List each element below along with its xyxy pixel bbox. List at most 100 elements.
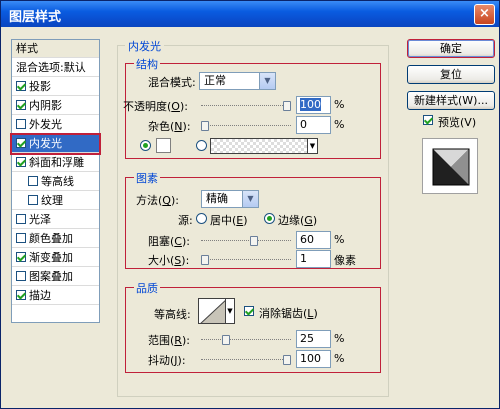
structure-title: 结构 [134,56,160,72]
choke-input[interactable]: 60 [296,231,331,249]
style-item-label: 斜面和浮雕 [29,156,84,169]
style-preview [422,138,478,194]
contour-label: 等高线: [154,308,191,321]
panel-title: 内发光 [125,38,164,54]
noise-input[interactable]: 0 [296,116,331,134]
noise-percent: % [334,118,345,131]
new-style-button[interactable]: 新建样式(W)... [407,91,495,110]
size-label: 大小(S): [148,254,190,267]
choke-slider[interactable] [201,236,291,246]
choke-slider-thumb[interactable] [250,236,258,246]
contour-curve-icon [200,300,225,323]
opacity-input[interactable]: 100 [296,96,331,114]
opacity-slider[interactable] [201,101,291,111]
style-item[interactable]: 内发光 [10,133,101,155]
preview-checkbox[interactable] [423,115,433,125]
source-edge-radio[interactable] [264,213,275,224]
choke-label: 阻塞(C): [148,235,190,248]
noise-slider[interactable] [201,121,291,131]
range-label: 范围(R): [148,334,190,347]
glow-color-swatch[interactable] [156,138,171,153]
style-checkbox[interactable] [16,252,26,262]
gradient-picker[interactable]: ▼ [210,138,318,154]
style-checkbox[interactable] [16,100,26,110]
ok-button[interactable]: 确定 [407,39,495,58]
range-percent: % [334,332,345,345]
elements-group: 图素 方法(Q): 精确 ▼ 源: 居中(E) 边缘(G) 阻塞(C): 60 … [125,170,381,269]
style-checkbox[interactable] [28,176,38,186]
blend-mode-select[interactable]: 正常 ▼ [199,72,276,90]
title-bar[interactable]: 图层样式 × [1,1,499,27]
gradient-radio[interactable] [196,140,207,151]
source-center-label[interactable]: 居中(E) [210,212,248,228]
style-checkbox[interactable] [16,271,26,281]
jitter-label: 抖动(J): [148,354,186,367]
size-slider-thumb[interactable] [201,255,209,265]
style-checkbox[interactable] [16,81,26,91]
range-slider-thumb[interactable] [222,335,230,345]
method-select[interactable]: 精确 ▼ [201,190,259,208]
source-center-radio[interactable] [196,213,207,224]
style-checkbox[interactable] [16,157,26,167]
range-input[interactable]: 25 [296,330,331,348]
style-checkbox[interactable] [28,195,38,205]
style-item[interactable]: 斜面和浮雕 [12,154,99,172]
jitter-slider-thumb[interactable] [283,355,291,365]
antialias-checkbox[interactable] [244,306,254,316]
style-item-label: 描边 [29,289,51,302]
size-slider[interactable] [201,255,291,265]
styles-list: 样式 混合选项:默认 投影内阴影外发光内发光 斜面和浮雕等高线 纹理光泽颜色叠加渐变… [10,39,101,323]
style-item-label: 内阴影 [29,99,62,112]
style-item-label: 颜色叠加 [29,232,73,245]
style-item[interactable]: 外发光 [12,116,99,134]
layer-style-dialog: 图层样式 × 样式 混合选项:默认 投影 内阴影 外发光 内发光 斜面和浮雕 等高线 纹理光… [0,0,500,409]
antialias-label[interactable]: 消除锯齿(L) [259,305,318,321]
styles-list-header[interactable]: 样式 [12,40,99,58]
style-item-label: 投影 [29,80,51,93]
range-slider[interactable] [201,335,291,345]
source-edge-label[interactable]: 边缘(G) [278,212,317,228]
chevron-down-icon: ▼ [307,139,317,153]
reset-button[interactable]: 复位 [407,65,495,84]
style-item[interactable]: 投影 [12,78,99,96]
style-item[interactable]: 描边 [12,287,99,305]
style-item-label: 图案叠加 [29,270,73,283]
style-item[interactable]: 图案叠加 [12,268,99,286]
style-checkbox[interactable] [16,119,26,129]
preview-label[interactable]: 预览(V) [438,114,476,130]
quality-group: 品质 等高线: ▼ 消除锯齿(L) 范围(R): 25 % 抖动(J): 100… [125,280,381,373]
style-item[interactable]: 等高线 [12,173,99,191]
chevron-down-icon: ▼ [259,73,275,89]
opacity-slider-thumb[interactable] [283,101,291,111]
contour-dropdown[interactable]: ▼ [225,298,235,324]
close-icon: × [479,6,490,21]
style-item[interactable]: 纹理 [12,192,99,210]
blend-mode-value: 正常 [204,74,226,87]
opacity-label: 不透明度(O): [123,100,188,113]
style-item-label: 渐变叠加 [29,251,73,264]
size-input[interactable]: 1 [296,250,331,268]
style-checkbox[interactable] [16,214,26,224]
style-item[interactable]: 内阴影 [12,97,99,115]
solid-color-radio[interactable] [140,140,151,151]
chevron-down-icon: ▼ [242,191,258,207]
style-checkbox[interactable] [16,290,26,300]
style-checkbox[interactable] [16,138,26,148]
noise-slider-thumb[interactable] [201,121,209,131]
style-item[interactable]: 颜色叠加 [12,230,99,248]
method-value: 精确 [206,192,228,205]
style-item-label: 外发光 [29,118,62,131]
jitter-slider[interactable] [201,355,291,365]
preview-thumbnail [432,148,470,186]
jitter-input[interactable]: 100 [296,350,331,368]
style-item-label: 光泽 [29,213,51,226]
style-item[interactable]: 渐变叠加 [12,249,99,267]
blend-options-item[interactable]: 混合选项:默认 [12,59,99,77]
close-button[interactable]: × [474,4,495,25]
method-label: 方法(Q): [136,194,179,207]
contour-picker[interactable] [198,298,226,324]
style-item[interactable]: 光泽 [12,211,99,229]
source-label: 源: [178,214,193,227]
elements-title: 图素 [134,170,160,186]
style-checkbox[interactable] [16,233,26,243]
